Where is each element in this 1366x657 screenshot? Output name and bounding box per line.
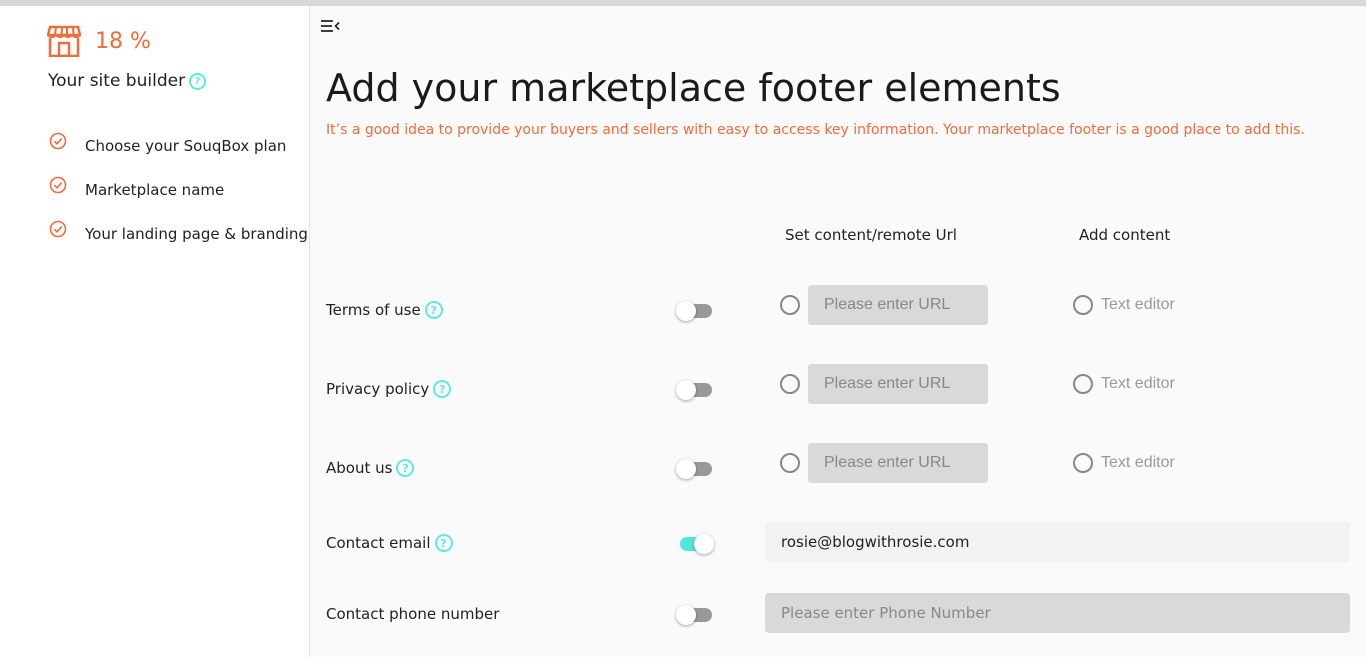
row-label-contact-email: Contact email ? [326, 534, 453, 552]
column-header-content: Add content [1079, 226, 1171, 244]
collapse-menu-icon[interactable] [320, 18, 340, 34]
row-label-privacy: Privacy policy ? [326, 380, 452, 398]
row-label-text: Terms of use [326, 301, 421, 319]
page-title: Add your marketplace footer elements [326, 66, 1061, 110]
privacy-editor-radio[interactable] [1073, 374, 1093, 394]
sidebar: 18 % Your site builder ? Choose your Sou… [0, 6, 310, 657]
terms-editor-label[interactable]: Text editor [1101, 296, 1175, 314]
progress-percent: 18 % [95, 28, 151, 54]
check-circle-icon [49, 176, 67, 194]
about-editor-label[interactable]: Text editor [1101, 454, 1175, 472]
step-label: Marketplace name [85, 181, 225, 199]
contact-email-toggle[interactable] [676, 533, 714, 554]
row-label-about: About us ? [326, 459, 415, 477]
terms-url-radio[interactable] [780, 295, 800, 315]
terms-editor-radio[interactable] [1073, 295, 1093, 315]
column-header-url: Set content/remote Url [785, 226, 957, 244]
step-item-landing-page[interactable]: Your landing page & branding [49, 212, 308, 256]
step-item-plan[interactable]: Choose your SouqBox plan [49, 124, 308, 168]
contact-email-input[interactable]: rosie@blogwithrosie.com [765, 522, 1350, 562]
check-circle-icon [49, 220, 67, 238]
storefront-icon [47, 25, 81, 57]
about-url-input[interactable]: Please enter URL [808, 443, 988, 483]
sidebar-title: Your site builder ? [48, 71, 207, 91]
row-label-text: About us [326, 459, 393, 477]
row-label-terms: Terms of use ? [326, 301, 443, 319]
privacy-editor-label[interactable]: Text editor [1101, 375, 1175, 393]
sidebar-title-text: Your site builder [48, 71, 186, 91]
about-editor-radio[interactable] [1073, 453, 1093, 473]
privacy-url-radio[interactable] [780, 374, 800, 394]
about-url-radio[interactable] [780, 453, 800, 473]
help-icon[interactable]: ? [434, 534, 453, 552]
main-content: Add your marketplace footer elements It’… [310, 6, 1366, 657]
step-item-marketplace-name[interactable]: Marketplace name [49, 168, 308, 212]
steps-list: Choose your SouqBox plan Marketplace nam… [49, 124, 308, 256]
row-label-text: Contact phone number [326, 605, 500, 623]
about-toggle[interactable] [676, 458, 714, 479]
check-circle-icon [49, 132, 67, 150]
terms-url-input[interactable]: Please enter URL [808, 285, 988, 325]
row-label-text: Privacy policy [326, 380, 430, 398]
step-label: Choose your SouqBox plan [85, 137, 287, 155]
help-icon[interactable]: ? [396, 459, 415, 477]
terms-toggle[interactable] [676, 300, 714, 321]
privacy-toggle[interactable] [676, 379, 714, 400]
progress-indicator: 18 % [47, 25, 151, 57]
contact-phone-input[interactable]: Please enter Phone Number [765, 593, 1350, 633]
page-subtitle: It’s a good idea to provide your buyers … [326, 122, 1305, 138]
row-label-text: Contact email [326, 534, 431, 552]
privacy-url-input[interactable]: Please enter URL [808, 364, 988, 404]
help-icon[interactable]: ? [433, 380, 452, 398]
help-icon[interactable]: ? [189, 72, 207, 90]
help-icon[interactable]: ? [424, 301, 443, 319]
contact-phone-toggle[interactable] [676, 604, 714, 625]
row-label-contact-phone: Contact phone number [326, 605, 499, 623]
step-label: Your landing page & branding [85, 225, 308, 243]
